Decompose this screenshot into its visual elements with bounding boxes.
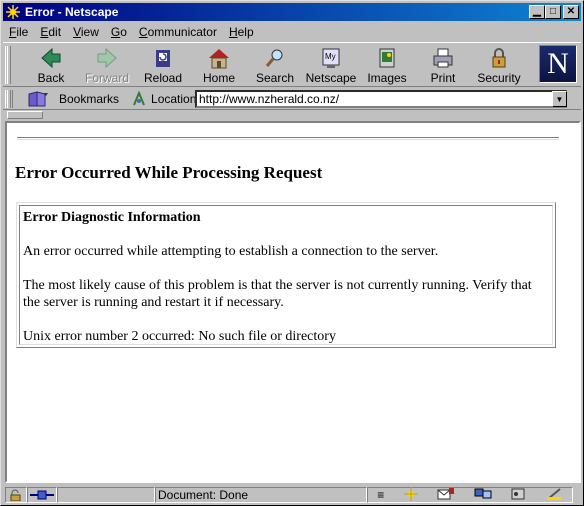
error-diagnostic-table: Error Diagnostic Information An error oc… [16, 202, 556, 348]
collapsed-toolbar-strip [3, 111, 581, 121]
navigator-icon[interactable] [403, 486, 419, 504]
reload-icon [149, 45, 177, 71]
title-bar[interactable]: Error - Netscape ▁ □ ✕ [3, 3, 581, 21]
home-button[interactable]: Home [191, 45, 247, 85]
menu-communicator[interactable]: Communicator [139, 25, 217, 39]
svg-text:My: My [325, 52, 336, 61]
window-title: Error - Netscape [25, 5, 119, 19]
page-proxy-icon[interactable] [131, 89, 147, 107]
search-icon [261, 45, 289, 71]
component-bar: ≡ [367, 486, 573, 504]
error-diagnostic-title: Error Diagnostic Information [23, 210, 201, 225]
netscape-app-icon [5, 4, 21, 20]
component-bar-grip-icon[interactable]: ≡ [377, 488, 384, 502]
menu-edit[interactable]: Edit [40, 25, 61, 39]
minimize-icon: ▁ [533, 6, 541, 17]
mail-icon[interactable] [437, 487, 455, 504]
close-button[interactable]: ✕ [563, 5, 579, 19]
menu-bar: File Edit View Go Communicator Help [3, 22, 581, 41]
status-text: Document: Done [155, 487, 367, 503]
security-status-icon[interactable] [5, 487, 27, 503]
error-message-cause: The most likely cause of this problem is… [23, 278, 532, 310]
padlock-icon [485, 45, 513, 71]
page-content: Error Occurred While Processing Request … [5, 121, 581, 483]
menu-file[interactable]: File [9, 25, 28, 39]
my-netscape-icon: My [317, 45, 345, 71]
print-button[interactable]: Print [415, 45, 471, 85]
error-diagnostic-cell: Error Diagnostic Information An error oc… [19, 205, 553, 345]
address-book-icon[interactable] [510, 487, 526, 504]
netscape-button[interactable]: My Netscape [303, 45, 359, 85]
forward-arrow-icon [93, 45, 121, 71]
menu-go[interactable]: Go [111, 25, 127, 39]
navigation-toolbar: Back Forward Reload Home Search My Netsc… [3, 42, 581, 87]
printer-icon [429, 45, 457, 71]
menu-help[interactable]: Help [229, 25, 254, 39]
close-icon: ✕ [566, 6, 576, 17]
forward-button[interactable]: Forward [79, 45, 135, 85]
reload-button[interactable]: Reload [135, 45, 191, 85]
netscape-logo[interactable]: N [539, 45, 577, 83]
location-url-field[interactable]: http://www.nzherald.co.nz/ [195, 90, 567, 108]
chevron-down-icon: ▼ [555, 94, 564, 104]
location-toolbar: Bookmarks Location: http://www.nzherald.… [3, 88, 581, 110]
discussion-groups-icon[interactable] [474, 487, 492, 504]
error-message-connection: An error occurred while attempting to es… [23, 244, 439, 259]
back-arrow-icon [37, 45, 65, 71]
home-icon [205, 45, 233, 71]
composer-icon[interactable] [545, 487, 563, 504]
menu-view[interactable]: View [73, 25, 99, 39]
security-button[interactable]: Security [471, 45, 527, 85]
images-icon [373, 45, 401, 71]
error-message-unix: Unix error number 2 occurred: No such fi… [23, 329, 336, 344]
location-toolbar-grip[interactable] [5, 89, 13, 108]
location-dropdown-button[interactable]: ▼ [552, 91, 567, 107]
bookmarks-icon[interactable] [27, 90, 51, 108]
images-button[interactable]: Images [359, 45, 415, 85]
collapsed-toolbar-tab[interactable] [7, 111, 43, 119]
page-heading: Error Occurred While Processing Request [15, 163, 323, 182]
back-button[interactable]: Back [23, 45, 79, 85]
minimize-button[interactable]: ▁ [529, 5, 545, 19]
horizontal-rule [17, 137, 559, 140]
online-status-icon[interactable] [27, 487, 57, 503]
search-button[interactable]: Search [247, 45, 303, 85]
bookmarks-label[interactable]: Bookmarks [59, 92, 119, 106]
maximize-icon: □ [549, 6, 557, 17]
progress-bar [57, 487, 155, 503]
status-bar: Document: Done ≡ [3, 485, 581, 505]
browser-window: Error - Netscape ▁ □ ✕ File Edit View Go… [0, 0, 584, 506]
location-label: Location: [151, 91, 200, 106]
maximize-button[interactable]: □ [545, 5, 561, 19]
toolbar-grip[interactable] [5, 46, 11, 84]
